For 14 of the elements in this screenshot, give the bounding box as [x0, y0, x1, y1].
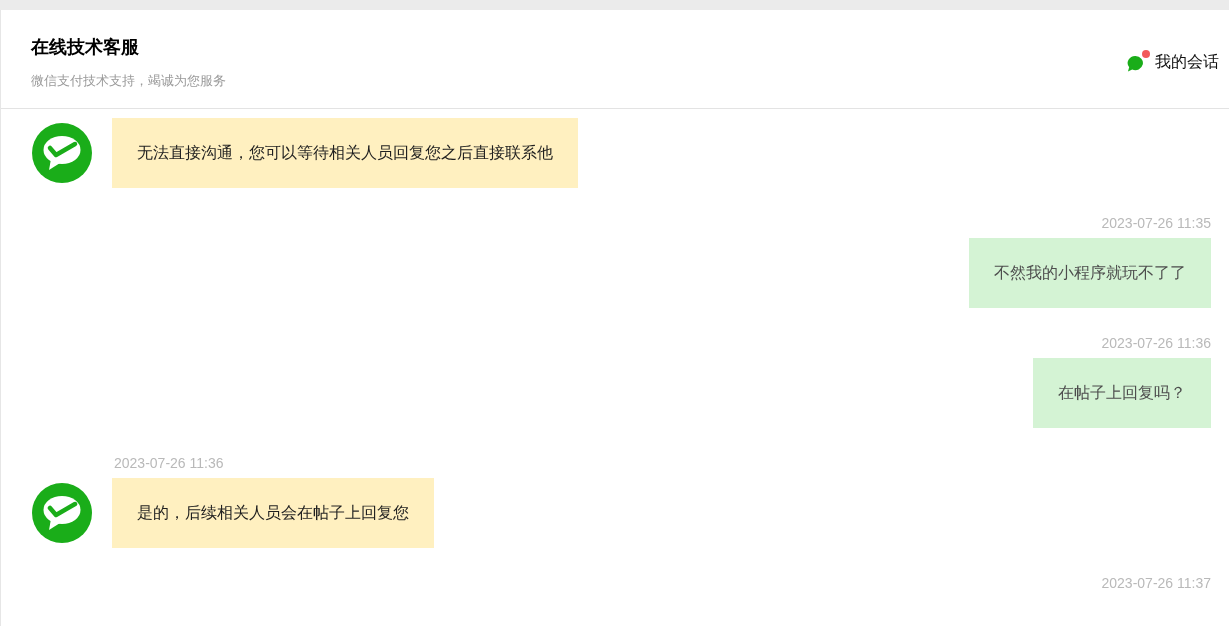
check-bubble-avatar-icon [32, 483, 92, 543]
chat-bubble-icon [1127, 55, 1144, 72]
header-title: 在线技术客服 [31, 36, 140, 59]
message-bubble: 在帖子上回复吗？ [1033, 358, 1211, 428]
message-timestamp: 2023-07-26 11:37 [1101, 575, 1211, 591]
message-bubble: 不然我的小程序就玩不了了 [969, 238, 1211, 308]
message-timestamp: 2023-07-26 11:35 [1101, 215, 1211, 231]
message-timestamp: 2023-07-26 11:36 [1101, 335, 1211, 351]
header-subtitle: 微信支付技术支持，竭诚为您服务 [31, 73, 226, 89]
message-bubble: 无法直接沟通，您可以等待相关人员回复您之后直接联系他 [112, 118, 578, 188]
message-timestamp: 2023-07-26 11:36 [114, 455, 224, 471]
check-bubble-avatar-icon [32, 123, 92, 183]
message-bubble: 是的，后续相关人员会在帖子上回复您 [112, 478, 434, 548]
my-sessions-link[interactable]: 我的会话 [1127, 50, 1219, 74]
